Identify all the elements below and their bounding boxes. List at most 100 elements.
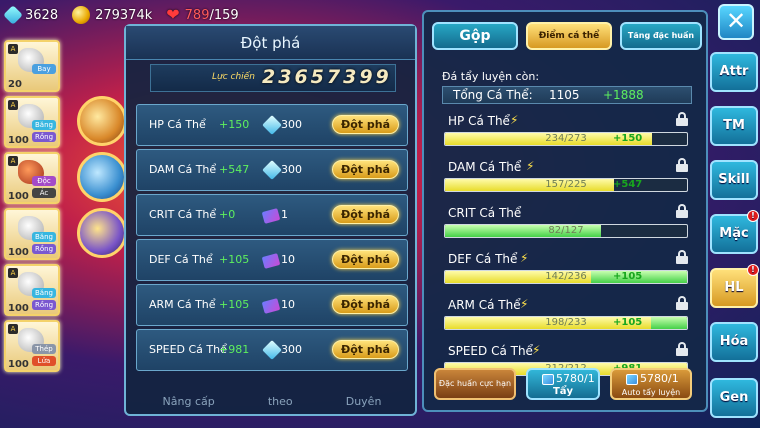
footer-upgrade[interactable]: Nâng cấp bbox=[163, 395, 215, 408]
cost-value: 300 bbox=[281, 118, 302, 131]
breakthrough-button[interactable]: Đột phá bbox=[332, 160, 399, 179]
type-badge: Ác bbox=[32, 188, 56, 198]
pet-card[interactable]: A Độc Ác 100 bbox=[4, 152, 60, 204]
footer-follow[interactable]: theo bbox=[268, 395, 293, 408]
pet-card[interactable]: Băng Rồng 100 bbox=[4, 208, 60, 260]
rank-icon: A bbox=[8, 324, 18, 334]
type-badge: Bay bbox=[32, 64, 56, 74]
stat-name: HP Cá Thể bbox=[448, 114, 510, 128]
sword-icon[interactable] bbox=[77, 96, 127, 146]
bolt-icon: ⚡ bbox=[510, 113, 519, 127]
tab-merge[interactable]: Gộp bbox=[432, 22, 518, 50]
stat-bonus: +981 bbox=[219, 343, 250, 356]
pet-level: 100 bbox=[8, 303, 29, 314]
total-value: 1105 bbox=[549, 88, 580, 102]
stat-bonus: +105 bbox=[219, 298, 250, 311]
side-tab-0[interactable]: Attr bbox=[710, 52, 758, 92]
auto-reroll-button[interactable]: 5780/1 Auto tẩy luyện bbox=[610, 368, 692, 400]
side-tab-1[interactable]: TM bbox=[710, 106, 758, 146]
pet-card[interactable]: A Băng Rồng 100 bbox=[4, 96, 60, 148]
gem-counter: 3628 bbox=[3, 5, 58, 25]
side-tab-4[interactable]: HL! bbox=[710, 264, 759, 308]
reroll-count: 5780/1 bbox=[556, 372, 595, 385]
pet-level: 100 bbox=[8, 135, 29, 146]
type-badge: Thép bbox=[32, 344, 56, 354]
lock-icon[interactable] bbox=[676, 342, 688, 356]
lock-icon[interactable] bbox=[676, 250, 688, 264]
lock-icon[interactable] bbox=[676, 158, 688, 172]
breakthrough-panel: Đột phá Lực chiến 23657399 HP Cá Thể +15… bbox=[124, 24, 417, 416]
side-tab-label: HL bbox=[724, 280, 744, 295]
pet-level: 100 bbox=[8, 191, 29, 202]
stone-icon bbox=[626, 374, 638, 385]
alert-badge-icon: ! bbox=[747, 264, 759, 276]
cost-value: 1 bbox=[281, 208, 288, 221]
type-badge: Độc bbox=[32, 176, 56, 186]
side-tab-label: Attr bbox=[719, 64, 749, 79]
breakthrough-button[interactable]: Đột phá bbox=[332, 340, 399, 359]
stat-row: ARM Cá Thể ⚡ 198/233 +105 bbox=[444, 296, 694, 340]
side-tab-label: Skill bbox=[718, 172, 750, 187]
tab-individual-points[interactable]: Điểm cá thể bbox=[526, 22, 612, 50]
stat-row: DAM Cá Thể ⚡ 157/225 +547 bbox=[444, 158, 694, 202]
tab-special-training[interactable]: Tăng đặc huấn bbox=[620, 22, 702, 50]
close-button[interactable]: ✕ bbox=[718, 4, 754, 40]
side-tab-2[interactable]: Skill bbox=[710, 160, 758, 200]
total-bar: Tổng Cá Thể: 1105 +1888 bbox=[442, 86, 692, 104]
stat-progress: 234/273 +150 bbox=[444, 132, 688, 146]
bolt-icon: ⚡ bbox=[520, 251, 529, 265]
side-tab-label: Hóa bbox=[719, 334, 749, 349]
stat-bonus: +150 bbox=[219, 118, 250, 131]
individual-panel: Gộp Điểm cá thể Tăng đặc huấn Đá tẩy luy… bbox=[422, 10, 708, 412]
reroll-button[interactable]: 5780/1 Tẩy bbox=[526, 368, 600, 400]
breakthrough-button[interactable]: Đột phá bbox=[332, 115, 399, 134]
stat-row: HP Cá Thể ⚡ 234/273 +150 bbox=[444, 112, 694, 156]
lock-icon[interactable] bbox=[676, 112, 688, 126]
breakthrough-row: DAM Cá Thể +547 300 Đột phá bbox=[136, 149, 408, 191]
side-tab-3[interactable]: Mặc! bbox=[710, 210, 759, 254]
lock-icon[interactable] bbox=[676, 296, 688, 310]
stat-name: SPEED Cá Thể bbox=[448, 344, 533, 358]
scroll-icon bbox=[261, 207, 281, 224]
pet-card[interactable]: A Băng Rồng 100 bbox=[4, 264, 60, 316]
panel-footer: Nâng cấp theo Duyên bbox=[136, 395, 408, 408]
stone-icon bbox=[542, 374, 554, 385]
panel-title: Đột phá bbox=[126, 26, 415, 60]
stat-name: ARM Cá Thể bbox=[448, 298, 521, 312]
gold-value: 279374k bbox=[95, 7, 153, 23]
extreme-training-button[interactable]: Đặc huấn cực hạn bbox=[434, 368, 516, 400]
breakthrough-row: ARM Cá Thể +105 10 Đột phá bbox=[136, 284, 408, 326]
breakthrough-row: DEF Cá Thể +105 10 Đột phá bbox=[136, 239, 408, 281]
type-badge: Băng bbox=[32, 232, 56, 242]
total-label: Tổng Cá Thể: bbox=[453, 88, 533, 102]
side-tab-6[interactable]: Gen bbox=[710, 378, 758, 418]
stat-name: CRIT Cá Thể bbox=[149, 208, 217, 221]
gem-icon bbox=[3, 5, 23, 25]
pet-card[interactable]: A Bay 20 bbox=[4, 40, 60, 92]
pet-level: 100 bbox=[8, 247, 29, 258]
breakthrough-button[interactable]: Đột phá bbox=[332, 250, 399, 269]
stat-name: HP Cá Thể bbox=[149, 118, 206, 131]
scroll-icon bbox=[261, 297, 281, 314]
side-tab-label: TM bbox=[723, 118, 745, 133]
type-badge: Băng bbox=[32, 288, 56, 298]
rank-icon: A bbox=[8, 268, 18, 278]
function-icons bbox=[74, 90, 130, 264]
breakthrough-button[interactable]: Đột phá bbox=[332, 205, 399, 224]
lock-icon[interactable] bbox=[77, 152, 127, 202]
stat-name: DAM Cá Thể bbox=[149, 163, 217, 176]
remaining-label: Đá tẩy luyện còn: bbox=[442, 70, 540, 83]
breakthrough-button[interactable]: Đột phá bbox=[332, 295, 399, 314]
gear-icon[interactable] bbox=[77, 208, 127, 258]
side-tab-label: Mặc bbox=[719, 226, 749, 241]
side-tab-5[interactable]: Hóa bbox=[710, 322, 758, 362]
footer-bond[interactable]: Duyên bbox=[346, 395, 382, 408]
pet-list: A Bay 20 A Băng Rồng 100 A Độc Ác 100 Bă… bbox=[4, 40, 64, 376]
pet-card[interactable]: A Thép Lửa 100 bbox=[4, 320, 60, 372]
bolt-icon: ⚡ bbox=[532, 343, 541, 357]
rank-icon: A bbox=[8, 44, 18, 54]
bolt-icon: ⚡ bbox=[520, 297, 529, 311]
lock-icon[interactable] bbox=[676, 204, 688, 218]
stamina-counter: ❤ 789/159 bbox=[166, 6, 238, 24]
breakthrough-row: HP Cá Thể +150 300 Đột phá bbox=[136, 104, 408, 146]
